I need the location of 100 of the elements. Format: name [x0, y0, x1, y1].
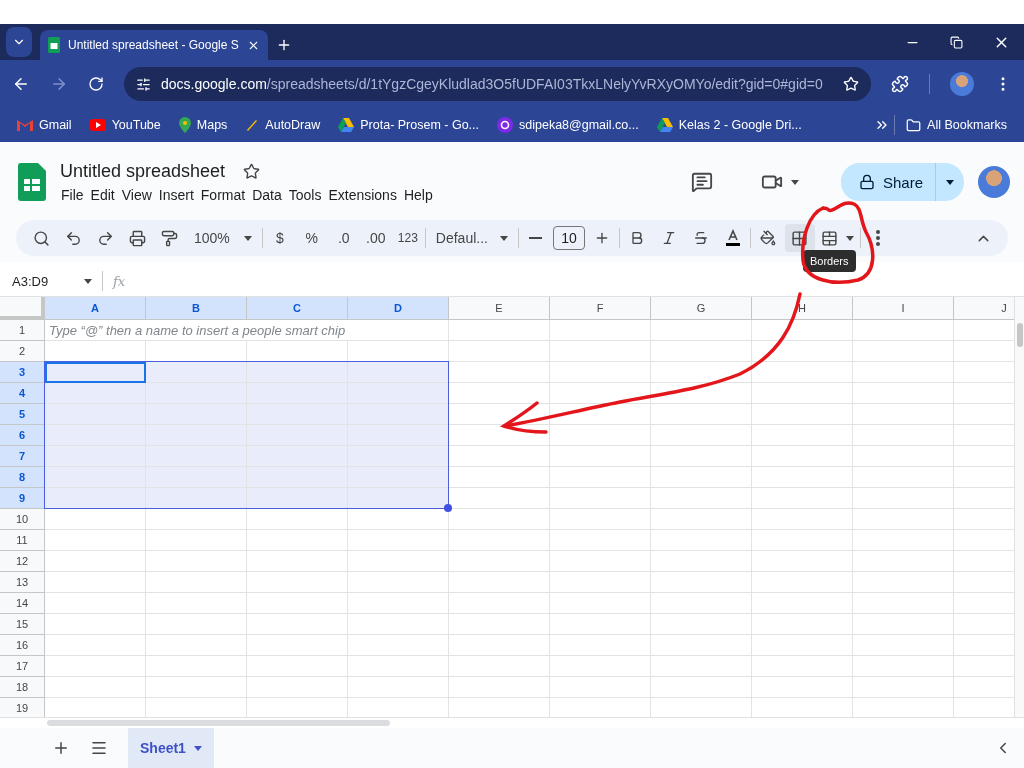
table-cell[interactable] — [247, 593, 348, 614]
table-cell[interactable] — [651, 425, 752, 446]
menu-item[interactable]: Help — [402, 187, 439, 203]
table-cell[interactable] — [853, 572, 954, 593]
table-cell[interactable] — [550, 656, 651, 677]
table-cell[interactable] — [348, 425, 449, 446]
table-cell[interactable] — [853, 404, 954, 425]
table-cell[interactable] — [247, 656, 348, 677]
table-cell[interactable] — [550, 362, 651, 383]
star-icon[interactable] — [243, 163, 261, 180]
table-cell[interactable] — [146, 404, 247, 425]
font-select[interactable]: Defaul... — [427, 224, 516, 252]
table-cell[interactable] — [651, 551, 752, 572]
column-header[interactable]: J — [954, 297, 1014, 320]
menu-item[interactable]: Insert — [157, 187, 200, 203]
row-header[interactable]: 12 — [0, 551, 45, 572]
table-cell[interactable] — [348, 572, 449, 593]
table-cell[interactable] — [550, 446, 651, 467]
table-cell[interactable] — [45, 509, 146, 530]
table-cell[interactable] — [146, 635, 247, 656]
table-cell[interactable] — [651, 656, 752, 677]
table-cell[interactable] — [146, 677, 247, 698]
column-header[interactable]: C — [247, 297, 348, 320]
table-cell[interactable] — [146, 572, 247, 593]
increase-decimal-button[interactable]: .00 — [360, 224, 391, 252]
table-cell[interactable] — [651, 635, 752, 656]
table-cell[interactable] — [853, 341, 954, 362]
table-cell[interactable] — [752, 656, 853, 677]
table-cell[interactable] — [651, 530, 752, 551]
table-cell[interactable] — [247, 467, 348, 488]
row-header[interactable]: 13 — [0, 572, 45, 593]
table-cell[interactable] — [550, 635, 651, 656]
row-header[interactable]: 1 — [0, 320, 45, 341]
table-cell[interactable] — [752, 362, 853, 383]
number-format-button[interactable]: 123 — [392, 224, 423, 252]
row-header[interactable]: 11 — [0, 530, 45, 551]
font-size-field[interactable]: 10 — [552, 226, 585, 250]
table-cell[interactable] — [247, 509, 348, 530]
table-cell[interactable] — [853, 593, 954, 614]
table-cell[interactable] — [45, 488, 146, 509]
table-cell[interactable] — [651, 593, 752, 614]
forward-icon[interactable] — [50, 75, 68, 93]
table-cell[interactable] — [146, 383, 247, 404]
table-cell[interactable] — [752, 635, 853, 656]
table-cell[interactable] — [45, 446, 146, 467]
bookmark-item[interactable]: Kelas 2 - Google Dri... — [649, 118, 809, 132]
column-header[interactable]: I — [853, 297, 954, 320]
row-header[interactable]: 15 — [0, 614, 45, 635]
add-sheet-icon[interactable] — [52, 739, 70, 757]
table-cell[interactable] — [348, 635, 449, 656]
table-cell[interactable] — [853, 509, 954, 530]
bookmark-item[interactable]: YouTube — [82, 118, 168, 132]
table-cell[interactable] — [247, 404, 348, 425]
menu-item[interactable]: Edit — [89, 187, 121, 203]
table-cell[interactable] — [146, 551, 247, 572]
document-title[interactable]: Untitled spreadsheet — [60, 161, 226, 182]
menu-item[interactable]: View — [120, 187, 158, 203]
table-cell[interactable] — [348, 446, 449, 467]
tab-search-button[interactable] — [6, 27, 32, 57]
table-cell[interactable] — [247, 530, 348, 551]
row-header[interactable]: 10 — [0, 509, 45, 530]
table-cell[interactable] — [550, 677, 651, 698]
menu-item[interactable]: File — [60, 187, 90, 203]
table-cell[interactable] — [752, 320, 853, 341]
column-header[interactable]: H — [752, 297, 853, 320]
table-cell[interactable] — [853, 656, 954, 677]
row-header[interactable]: 16 — [0, 635, 45, 656]
table-cell[interactable] — [651, 614, 752, 635]
table-cell[interactable] — [45, 635, 146, 656]
table-cell[interactable] — [550, 320, 651, 341]
browser-tab[interactable]: Untitled spreadsheet - Google S — [40, 30, 268, 60]
table-cell[interactable] — [247, 677, 348, 698]
percent-button[interactable]: % — [296, 224, 327, 252]
table-cell[interactable] — [348, 362, 449, 383]
table-cell[interactable] — [348, 593, 449, 614]
all-bookmarks-item[interactable]: All Bookmarks — [899, 117, 1014, 133]
table-cell[interactable] — [752, 677, 853, 698]
menu-item[interactable]: Data — [251, 187, 288, 203]
table-cell[interactable] — [449, 509, 550, 530]
table-cell[interactable] — [550, 341, 651, 362]
table-cell[interactable] — [45, 656, 146, 677]
table-cell[interactable] — [45, 383, 146, 404]
table-cell[interactable] — [752, 509, 853, 530]
table-cell[interactable] — [550, 383, 651, 404]
table-cell[interactable] — [146, 467, 247, 488]
table-cell[interactable] — [853, 362, 954, 383]
table-cell[interactable] — [146, 488, 247, 509]
table-cell[interactable] — [550, 572, 651, 593]
row-header[interactable]: 8 — [0, 467, 45, 488]
table-cell[interactable] — [348, 467, 449, 488]
row-header[interactable]: 19 — [0, 698, 45, 717]
all-sheets-icon[interactable] — [90, 739, 108, 757]
table-cell[interactable] — [146, 362, 247, 383]
table-cell[interactable] — [651, 509, 752, 530]
profile-avatar[interactable] — [978, 166, 1010, 198]
table-cell[interactable] — [45, 677, 146, 698]
table-cell[interactable] — [550, 425, 651, 446]
table-cell[interactable] — [853, 467, 954, 488]
extensions-icon[interactable] — [891, 75, 909, 93]
table-cell[interactable] — [651, 446, 752, 467]
